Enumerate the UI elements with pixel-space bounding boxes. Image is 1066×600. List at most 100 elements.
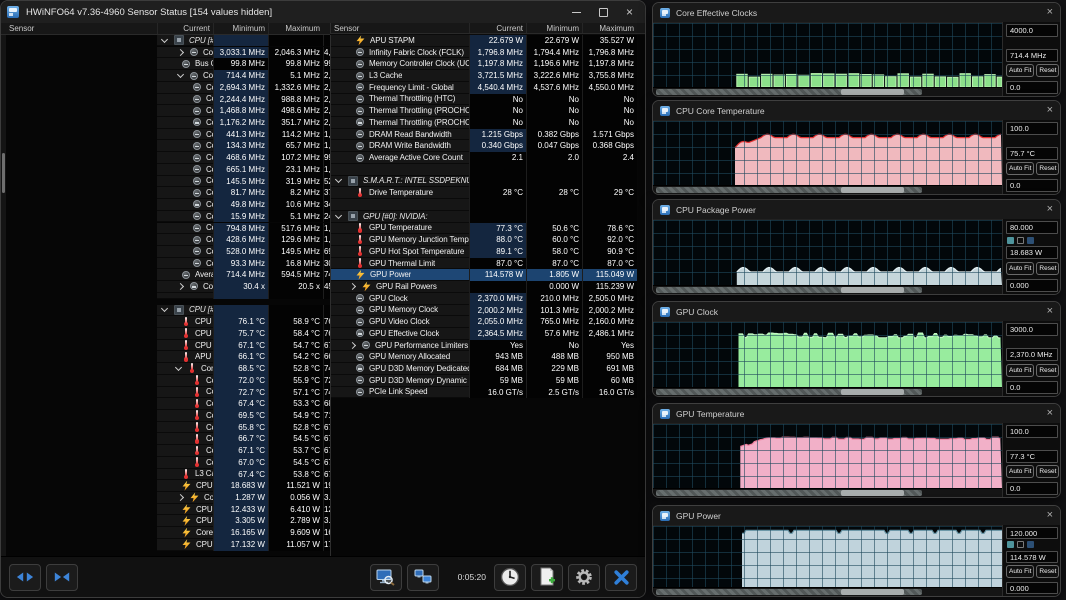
reset-button[interactable]: Reset: [1036, 364, 1059, 377]
sensor-row[interactable]: Core566.7 °C54.5 °C67.8 °C: [1, 433, 330, 445]
chevron-right-icon[interactable]: [177, 494, 184, 501]
color-swatch-blue[interactable]: [1027, 541, 1034, 548]
close-sensors-button[interactable]: [605, 564, 637, 591]
scrollbar-thumb-bright[interactable]: [841, 89, 904, 95]
sensor-row[interactable]: Memory Controller Clock (UCLK)1,197.8 MH…: [331, 58, 645, 70]
scrollbar-thumb-bright[interactable]: [841, 287, 904, 293]
reset-button[interactable]: Reset: [1036, 465, 1059, 478]
sensor-row[interactable]: Bus Clock99.8 MHz99.8 MHz99.8 MHz: [1, 58, 330, 70]
auto-fit-button[interactable]: Auto Fit: [1006, 64, 1034, 77]
chevron-right-icon[interactable]: [177, 49, 184, 56]
sensor-row[interactable]: Core 0 T1 Effective Clock2,244.4 MHz988.…: [1, 94, 330, 106]
sensor-row[interactable]: GPU D3D Memory Dynamic59 MB59 MB60 MB: [331, 375, 645, 387]
sensor-row[interactable]: GPU Hot Spot Temperature89.1 °C58.0 °C90…: [331, 246, 645, 258]
sensor-row[interactable]: Core Clocks3,033.1 MHz2,046.3 MHz4,541.8…: [1, 47, 330, 59]
sensor-row[interactable]: Core Temperatures68.5 °C52.8 °C74.6 °C: [1, 363, 330, 375]
sensor-row[interactable]: CPU SOC67.1 °C54.7 °C67.4 °C: [1, 340, 330, 352]
scale-max-input[interactable]: 100.0: [1006, 122, 1058, 135]
close-icon[interactable]: ×: [1047, 306, 1053, 317]
sensor-row[interactable]: Core+SoC+SR Power (SVI3 TFN)16.165 W9.60…: [1, 527, 330, 539]
graph-scrollbar[interactable]: [653, 285, 1002, 294]
sensor-row[interactable]: Core 6 T0 Effective Clock794.8 MHz517.6 …: [1, 223, 330, 235]
header-current[interactable]: Current: [157, 23, 213, 34]
sensor-row[interactable]: GPU Effective Clock2,364.5 MHz57.6 MHz2,…: [331, 328, 645, 340]
graph-titlebar[interactable]: Core Effective Clocks×: [653, 3, 1060, 22]
sensor-row[interactable]: DRAM Write Bandwidth0.340 Gbps0.047 Gbps…: [331, 140, 645, 152]
scale-max-input[interactable]: 3000.0: [1006, 323, 1058, 336]
color-swatch-teal[interactable]: [1007, 237, 1014, 244]
sensor-row[interactable]: CPU Core Power (SVI3 TFN)12.433 W6.410 W…: [1, 504, 330, 516]
sensor-row[interactable]: Core 1 T0 Effective Clock1,468.8 MHz498.…: [1, 105, 330, 117]
sensor-row[interactable]: CPU SoC Power (SVI3 TFN)3.305 W2.789 W3.…: [1, 515, 330, 527]
sensor-row[interactable]: CPU (Tctl/Tdie)76.1 °C58.9 °C76.8 °C: [1, 316, 330, 328]
auto-fit-button[interactable]: Auto Fit: [1006, 465, 1034, 478]
sensor-row[interactable]: Core Ratios30.4 x20.5 x45.5 x: [1, 281, 330, 293]
sensor-row[interactable]: Infinity Fabric Clock (FCLK)1,796.8 MHz1…: [331, 47, 645, 59]
sensor-row[interactable]: Core 5 T1 Effective Clock15.9 MHz5.1 MHz…: [1, 211, 330, 223]
sensor-row[interactable]: Core172.7 °C57.1 °C74.6 °C: [1, 387, 330, 399]
sensor-group-header[interactable]: S.M.A.R.T.: INTEL SSDPEKNU512...: [331, 176, 645, 188]
auto-fit-button[interactable]: Auto Fit: [1006, 262, 1034, 275]
scrollbar-thumb-bright[interactable]: [841, 589, 904, 595]
sensor-row[interactable]: Drive Temperature28 °C28 °C29 °C: [331, 187, 645, 199]
scale-min-input[interactable]: 0.0: [1006, 81, 1058, 94]
sensor-row[interactable]: GPU Memory Allocated943 MB488 MB950 MB: [331, 351, 645, 363]
graph-scrollbar[interactable]: [653, 587, 1002, 596]
sensor-row[interactable]: GPU Clock2,370.0 MHz210.0 MHz2,505.0 MHz: [331, 293, 645, 305]
scale-min-input[interactable]: 0.0: [1006, 482, 1058, 495]
color-swatch-outline[interactable]: [1017, 541, 1024, 548]
scale-min-input[interactable]: 0.0: [1006, 179, 1058, 192]
sensor-row[interactable]: Core667.1 °C53.7 °C67.7 °C: [1, 445, 330, 457]
graph-titlebar[interactable]: CPU Package Power×: [653, 200, 1060, 219]
sensor-row[interactable]: Core 3 T0 Effective Clock468.6 MHz107.2 …: [1, 152, 330, 164]
sensor-row[interactable]: APU GFX66.1 °C54.2 °C66.3 °C: [1, 351, 330, 363]
graph-color-swatches[interactable]: [1007, 541, 1058, 548]
sensor-row[interactable]: Thermal Throttling (HTC)NoNoNo: [331, 94, 645, 106]
sensor-row[interactable]: Core767.0 °C54.5 °C67.4 °C: [1, 457, 330, 469]
sensor-row[interactable]: Core Powers1.287 W0.056 W3.809 W: [1, 492, 330, 504]
sensor-row[interactable]: DRAM Read Bandwidth1.215 Gbps0.382 Gbps1…: [331, 129, 645, 141]
sensor-row[interactable]: Core 3 T1 Effective Clock665.1 MHz23.1 M…: [1, 164, 330, 176]
sensor-row[interactable]: Core 2 T1 Effective Clock134.3 MHz65.7 M…: [1, 140, 330, 152]
clock-button[interactable]: [494, 564, 526, 591]
scrollbar-thumb-bright[interactable]: [841, 389, 904, 395]
window-titlebar[interactable]: HWiNFO64 v7.36-4960 Sensor Status [154 v…: [1, 1, 645, 23]
sensor-row[interactable]: Core369.5 °C54.9 °C71.7 °C: [1, 410, 330, 422]
expand-columns-button[interactable]: [9, 564, 41, 591]
chevron-down-icon[interactable]: [161, 305, 168, 312]
sensor-row[interactable]: Thermal Throttling (PROCHOT CPU)NoNoNo: [331, 105, 645, 117]
sensor-row[interactable]: GPU Thermal Limit87.0 °C87.0 °C87.0 °C: [331, 258, 645, 270]
sensor-row[interactable]: GPU Performance LimitersYesNoYes: [331, 340, 645, 352]
graph-scrollbar[interactable]: [653, 185, 1002, 194]
sensor-row[interactable]: Core 4 T0 Effective Clock145.5 MHz31.9 M…: [1, 176, 330, 188]
chevron-right-icon[interactable]: [349, 342, 356, 349]
graph-titlebar[interactable]: GPU Clock×: [653, 302, 1060, 321]
header-maximum[interactable]: Maximum: [582, 23, 637, 33]
close-icon[interactable]: ×: [1047, 510, 1053, 521]
sensor-row[interactable]: L3 Cache67.4 °C53.8 °C67.6 °C: [1, 469, 330, 481]
sensor-row[interactable]: GPU D3D Memory Dedicated684 MB229 MB691 …: [331, 363, 645, 375]
color-swatch-blue[interactable]: [1027, 237, 1034, 244]
sensor-row[interactable]: L3 Cache3,721.5 MHz3,222.6 MHz3,755.8 MH…: [331, 70, 645, 82]
chevron-down-icon[interactable]: [335, 176, 342, 183]
graph-scrollbar[interactable]: [653, 488, 1002, 497]
sensor-row[interactable]: Core 2 T0 Effective Clock441.3 MHz114.2 …: [1, 129, 330, 141]
graph-scrollbar[interactable]: [653, 387, 1002, 396]
chevron-right-icon[interactable]: [177, 283, 184, 290]
report-button[interactable]: [531, 564, 563, 591]
sensor-row[interactable]: Core 5 T0 Effective Clock49.8 MHz10.6 MH…: [1, 199, 330, 211]
close-icon[interactable]: ×: [1047, 7, 1053, 18]
sensor-group-header[interactable]: CPU [#0]: AMD Ryzen 7 7435HS: [1, 35, 330, 47]
sensor-row[interactable]: CPU Core Temperature75.7 °C58.4 °C76.4 °…: [1, 328, 330, 340]
header-sensor[interactable]: Sensor: [331, 24, 469, 33]
chevron-down-icon[interactable]: [175, 364, 182, 371]
header-sensor[interactable]: Sensor: [6, 24, 157, 33]
close-icon[interactable]: ×: [626, 7, 633, 17]
header-current[interactable]: Current: [469, 23, 526, 33]
header-maximum[interactable]: Maximum: [268, 23, 323, 34]
sensor-row[interactable]: Core072.0 °C55.9 °C72.0 °C: [1, 375, 330, 387]
sensor-row[interactable]: GPU Rail Powers0.000 W115.239 W: [331, 281, 645, 293]
sensor-row[interactable]: APU STAPM22.679 W22.679 W35.527 W: [331, 35, 645, 47]
close-icon[interactable]: ×: [1047, 105, 1053, 116]
auto-fit-button[interactable]: Auto Fit: [1006, 364, 1034, 377]
